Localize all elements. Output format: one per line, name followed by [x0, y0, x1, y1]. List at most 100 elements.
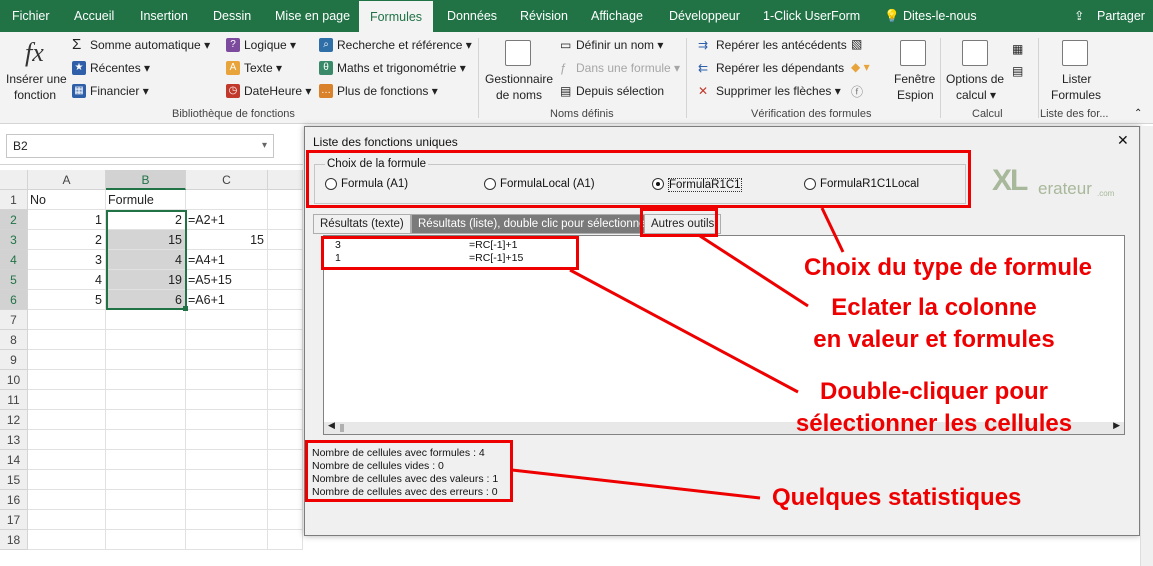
- radio-formular1c1-label[interactable]: FormulaR1C1: [668, 178, 742, 192]
- tab-other-tools[interactable]: Autres outils: [644, 214, 722, 234]
- cell[interactable]: 2: [28, 230, 106, 250]
- column-header-a[interactable]: A: [28, 170, 106, 190]
- error-checking-icon[interactable]: ◆ ▾: [851, 60, 870, 74]
- cell[interactable]: [28, 330, 106, 350]
- row-header[interactable]: 9: [0, 350, 28, 370]
- column-header-b[interactable]: B: [106, 170, 186, 190]
- select-all-corner[interactable]: [0, 170, 28, 190]
- autosum-button[interactable]: Somme automatique ▾: [90, 38, 210, 52]
- column-header-d[interactable]: [268, 170, 303, 190]
- cell[interactable]: =A5+15: [186, 270, 268, 290]
- cell[interactable]: [186, 510, 268, 530]
- row-header[interactable]: 15: [0, 470, 28, 490]
- row-header[interactable]: 14: [0, 450, 28, 470]
- collapse-ribbon-icon[interactable]: ⌃: [1134, 108, 1142, 119]
- tab-formules[interactable]: Formules: [359, 0, 433, 32]
- cell[interactable]: [268, 210, 303, 230]
- cell[interactable]: [106, 330, 186, 350]
- scroll-thumb[interactable]: [340, 424, 344, 432]
- cell[interactable]: 6: [106, 290, 186, 310]
- cell[interactable]: [28, 370, 106, 390]
- scroll-left-icon[interactable]: ◀: [328, 420, 335, 431]
- name-manager-label-2[interactable]: de noms: [496, 88, 542, 102]
- calc-now-icon[interactable]: ▦: [1012, 42, 1023, 56]
- datetime-button[interactable]: DateHeure ▾: [244, 84, 311, 98]
- cell[interactable]: [268, 430, 303, 450]
- cell[interactable]: 3: [28, 250, 106, 270]
- lookup-button[interactable]: Recherche et référence ▾: [337, 38, 472, 52]
- cell[interactable]: No: [28, 190, 106, 210]
- cell[interactable]: [106, 430, 186, 450]
- row-header[interactable]: 5: [0, 270, 28, 290]
- cell[interactable]: [186, 190, 268, 210]
- cell[interactable]: [268, 530, 303, 550]
- recent-button[interactable]: Récentes ▾: [90, 61, 150, 75]
- calc-options-label-2[interactable]: calcul ▾: [956, 88, 996, 102]
- list-item[interactable]: 1: [335, 252, 341, 264]
- radio-formula-a1-label[interactable]: Formula (A1): [341, 178, 408, 190]
- row-header[interactable]: 4: [0, 250, 28, 270]
- cell[interactable]: [268, 350, 303, 370]
- cell[interactable]: [106, 310, 186, 330]
- tab-donnees[interactable]: Données: [447, 0, 497, 32]
- cell[interactable]: [268, 330, 303, 350]
- cell[interactable]: [28, 310, 106, 330]
- row-header[interactable]: 1: [0, 190, 28, 210]
- cell[interactable]: [28, 430, 106, 450]
- radio-formula-a1[interactable]: [325, 178, 337, 190]
- cell[interactable]: =A2+1: [186, 210, 268, 230]
- financial-button[interactable]: Financier ▾: [90, 84, 149, 98]
- cell[interactable]: [28, 510, 106, 530]
- tab-revision[interactable]: Révision: [520, 0, 568, 32]
- cell[interactable]: 4: [28, 270, 106, 290]
- tell-me-search[interactable]: Dites-le-nous: [903, 0, 977, 32]
- fx-icon[interactable]: fx: [25, 38, 44, 68]
- cell[interactable]: 1: [28, 210, 106, 230]
- tab-fichier[interactable]: Fichier: [12, 0, 50, 32]
- cell[interactable]: [106, 350, 186, 370]
- name-box[interactable]: B2 ▾: [6, 134, 274, 158]
- row-header[interactable]: 13: [0, 430, 28, 450]
- radio-formular1c1local-label[interactable]: FormulaR1C1Local: [820, 178, 919, 190]
- close-icon[interactable]: ✕: [1117, 132, 1129, 149]
- define-name-button[interactable]: Définir un nom ▾: [576, 38, 663, 52]
- tab-affichage[interactable]: Affichage: [591, 0, 643, 32]
- cell[interactable]: [106, 370, 186, 390]
- cell[interactable]: 15: [186, 230, 268, 250]
- evaluate-formula-icon[interactable]: ⓕ: [851, 83, 863, 100]
- cell[interactable]: [186, 450, 268, 470]
- tab-developpeur[interactable]: Développeur: [669, 0, 740, 32]
- cell[interactable]: [186, 470, 268, 490]
- cell[interactable]: [106, 470, 186, 490]
- cell[interactable]: [28, 390, 106, 410]
- insert-function-label-2[interactable]: fonction: [14, 88, 56, 102]
- show-formulas-icon[interactable]: ▧: [851, 37, 862, 51]
- cell[interactable]: 4: [106, 250, 186, 270]
- cell[interactable]: [106, 530, 186, 550]
- cell[interactable]: [186, 390, 268, 410]
- cell[interactable]: [186, 370, 268, 390]
- cell[interactable]: [28, 450, 106, 470]
- cell[interactable]: [186, 310, 268, 330]
- cell[interactable]: [186, 350, 268, 370]
- cell[interactable]: =A4+1: [186, 250, 268, 270]
- list-item[interactable]: =RC[-1]+1: [469, 239, 517, 251]
- remove-arrows-button[interactable]: Supprimer les flèches ▾: [716, 84, 841, 98]
- list-formulas-label-2[interactable]: Formules: [1051, 88, 1101, 102]
- row-header[interactable]: 12: [0, 410, 28, 430]
- cell[interactable]: [268, 390, 303, 410]
- row-header[interactable]: 6: [0, 290, 28, 310]
- row-header[interactable]: 18: [0, 530, 28, 550]
- cell[interactable]: [186, 330, 268, 350]
- cell[interactable]: [186, 430, 268, 450]
- cell[interactable]: [106, 450, 186, 470]
- cell[interactable]: [268, 230, 303, 250]
- scroll-right-icon[interactable]: ▶: [1113, 420, 1120, 431]
- cell[interactable]: [28, 470, 106, 490]
- row-header[interactable]: 7: [0, 310, 28, 330]
- cell[interactable]: 2: [106, 210, 186, 230]
- logical-button[interactable]: Logique ▾: [244, 38, 296, 52]
- share-button[interactable]: Partager: [1097, 0, 1145, 32]
- use-in-formula-button[interactable]: Dans une formule ▾: [576, 61, 680, 75]
- cell[interactable]: 19: [106, 270, 186, 290]
